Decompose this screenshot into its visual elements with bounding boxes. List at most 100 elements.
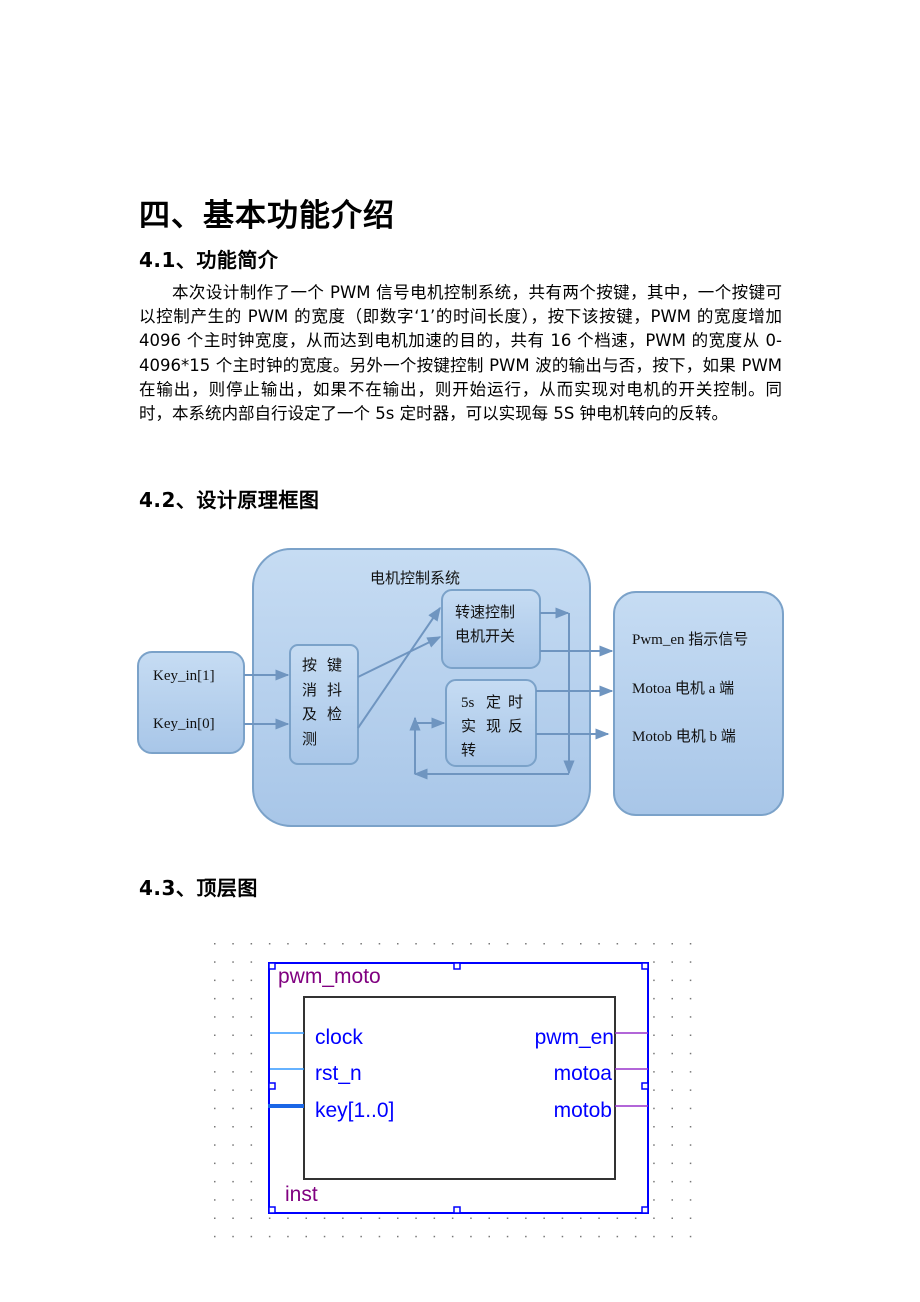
grid-dot (232, 1199, 234, 1201)
grid-dot (250, 1180, 253, 1183)
output-signals-block (613, 591, 784, 816)
instance-name: inst (285, 1183, 318, 1206)
grid-dot (653, 1235, 655, 1238)
grid-dot (598, 943, 600, 945)
output-motob: Motob 电机 b 端 (632, 728, 736, 745)
port-key: key[1..0] (315, 1099, 394, 1122)
grid-dot (250, 1052, 253, 1055)
grid-dot (689, 1180, 692, 1183)
grid-dot (689, 1126, 692, 1128)
grid-dot (415, 1217, 417, 1219)
grid-dot (488, 1217, 490, 1219)
grid-dot (232, 1107, 234, 1110)
grid-dot (470, 1235, 472, 1238)
grid-dot (689, 1107, 692, 1110)
grid-dot (214, 1235, 216, 1238)
grid-dot (378, 1217, 381, 1219)
grid-dot (451, 1217, 454, 1219)
module-body (303, 996, 616, 1180)
grid-dot (250, 997, 253, 1000)
grid-dot (451, 1235, 454, 1238)
grid-dot (634, 1235, 637, 1238)
grid-dot (305, 1235, 307, 1238)
debounce-char: 按 (302, 656, 317, 674)
grid-dot (653, 1199, 655, 1201)
grid-dot (250, 979, 253, 982)
grid-dot (689, 1016, 692, 1018)
debounce-char: 测 (302, 730, 317, 748)
grid-dot (653, 1071, 655, 1073)
grid-dot (268, 1235, 271, 1238)
input-key-in-1: Key_in[1] (153, 668, 215, 684)
speed-control-line-2: 电机开关 (455, 627, 515, 645)
grid-dot (305, 1217, 307, 1219)
grid-dot (232, 1217, 234, 1219)
grid-dot (653, 943, 655, 945)
grid-dot (689, 961, 692, 963)
grid-dot (616, 1217, 619, 1219)
grid-dot (397, 1217, 399, 1219)
grid-dot (360, 1217, 362, 1219)
grid-dot (433, 1217, 436, 1219)
grid-dot (214, 1089, 216, 1091)
design-block-diagram: 电机控制系统 Key_in[1] Key_in[0] 按 键 消 抖 及 检 测… (137, 548, 784, 1238)
grid-dot (397, 943, 399, 945)
grid-dot (689, 1034, 692, 1036)
grid-dot (250, 1217, 253, 1219)
grid-dot (342, 943, 344, 945)
grid-dot (214, 1144, 216, 1146)
grid-dot (250, 1034, 253, 1036)
grid-dot (671, 1162, 673, 1165)
grid-dot (616, 1235, 619, 1238)
handle (268, 962, 276, 970)
grid-dot (397, 1235, 399, 1238)
debounce-block (289, 644, 359, 765)
grid-dot (342, 1235, 344, 1238)
grid-dot (268, 943, 271, 945)
handle (268, 1206, 276, 1214)
grid-dot (689, 979, 692, 982)
grid-dot (653, 1016, 655, 1018)
grid-dot (378, 943, 381, 945)
grid-dot (598, 1235, 600, 1238)
port-motoa: motoa (554, 1062, 613, 1085)
timer-char: 转 (461, 741, 476, 759)
grid-dot (689, 1235, 692, 1238)
grid-dot (580, 1235, 582, 1238)
grid-dot (232, 961, 234, 963)
grid-dot (653, 997, 655, 1000)
grid-dot (360, 943, 362, 945)
grid-dot (506, 1217, 509, 1219)
grid-dot (525, 1217, 527, 1219)
grid-dot (671, 1180, 673, 1183)
debounce-char: 及 (302, 705, 317, 723)
grid-dot (214, 1071, 216, 1073)
grid-dot (250, 1126, 253, 1128)
grid-dot (378, 1235, 381, 1238)
grid-dot (671, 1199, 673, 1201)
port-rst-n: rst_n (315, 1062, 362, 1085)
grid-dot (561, 943, 564, 945)
grid-dot (580, 943, 582, 945)
grid-dot (506, 1235, 509, 1238)
handle (641, 1082, 649, 1090)
grid-dot (470, 1217, 472, 1219)
grid-dot (653, 1107, 655, 1110)
grid-dot (415, 943, 417, 945)
grid-dot (451, 943, 454, 945)
grid-dot (232, 1052, 234, 1055)
grid-dot (561, 1217, 564, 1219)
grid-dot (634, 1217, 637, 1219)
grid-dot (671, 961, 673, 963)
debounce-char: 消 (302, 681, 317, 699)
grid-dot (653, 1180, 655, 1183)
grid-dot (214, 943, 216, 945)
grid-dot (250, 1089, 253, 1091)
grid-dot (268, 1217, 271, 1219)
grid-dot (671, 943, 673, 945)
timer-char: 实 (461, 717, 476, 735)
handle (641, 962, 649, 970)
grid-dot (671, 1107, 673, 1110)
grid-dot (232, 997, 234, 1000)
system-label: 电机控制系统 (370, 569, 460, 587)
